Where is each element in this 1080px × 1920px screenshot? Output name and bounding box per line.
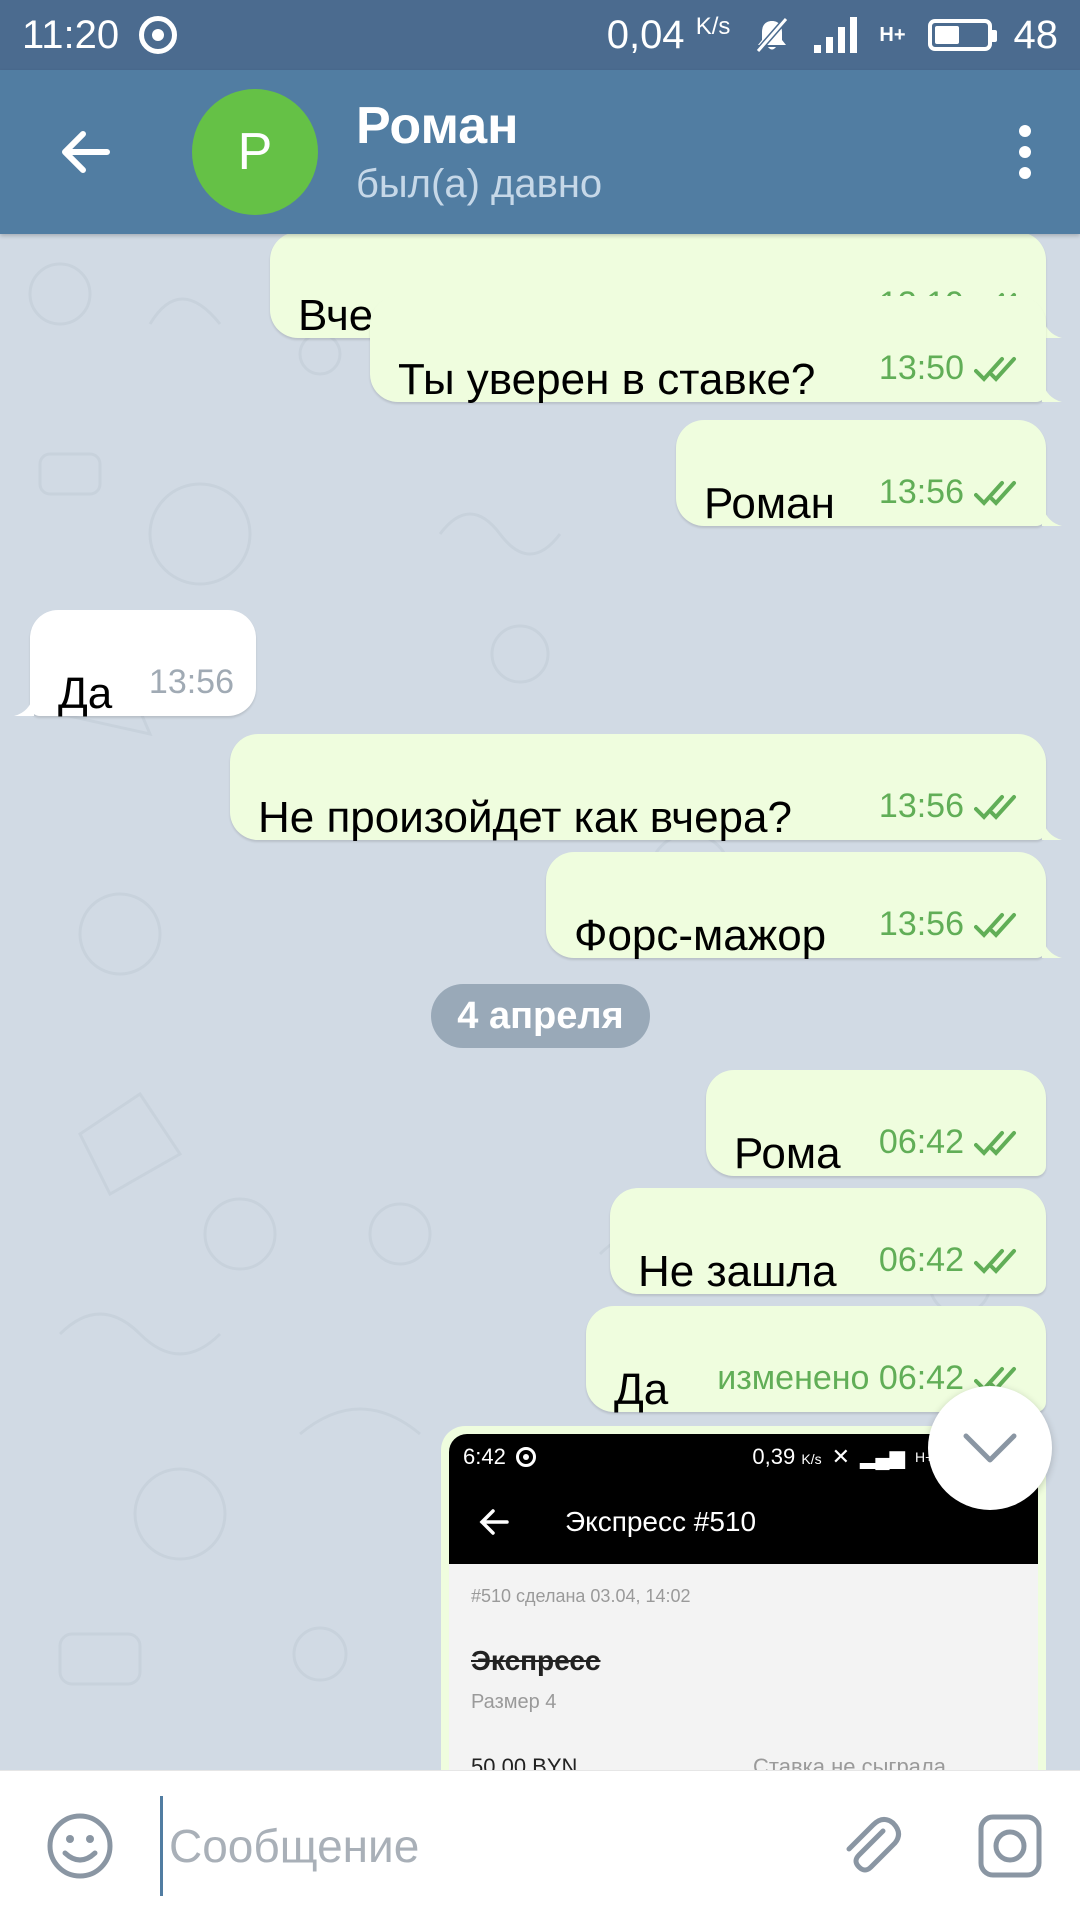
chevron-down-icon [963, 1433, 1017, 1463]
message-time: 13:50 [878, 349, 964, 387]
double-check-icon [974, 1248, 1016, 1274]
chat-header: Р Роман был(а) давно [0, 70, 1080, 234]
message-bubble-incoming[interactable]: Да 13:56 [14, 610, 256, 718]
signal-icon: ▂▄▆ [860, 1446, 905, 1469]
message-bubble-outgoing[interactable]: Не произойдет как вчера? 13:56 [230, 734, 1062, 842]
network-type: H+ [879, 23, 906, 46]
message-text: Не зашла [638, 1247, 837, 1296]
message-time: 06:42 [878, 1241, 964, 1279]
message-time: 13:56 [878, 905, 964, 943]
mute-bell-icon [756, 17, 789, 53]
bubble-tail [1042, 380, 1062, 402]
bubble-tail [1042, 504, 1062, 526]
back-button[interactable] [0, 70, 170, 234]
status-bar: 11:20 0,04 K/s H+ 48 [0, 0, 1080, 70]
double-check-icon [974, 356, 1016, 382]
arrow-left-icon [449, 1509, 539, 1535]
battery-icon [927, 19, 997, 51]
contact-info[interactable]: Роман был(а) давно [356, 97, 602, 208]
bubble-tail [14, 694, 34, 716]
message-text: Да [58, 669, 113, 718]
avatar[interactable]: Р [192, 89, 318, 215]
attach-button[interactable] [800, 1771, 940, 1920]
double-check-icon [974, 1130, 1016, 1156]
smiley-icon [47, 1813, 113, 1878]
scroll-down-button[interactable] [928, 1386, 1052, 1510]
message-time: 13:56 [148, 663, 234, 701]
notification-icon [515, 1447, 536, 1467]
message-text: Не произойдет как вчера? [258, 793, 792, 842]
message-bubble-outgoing[interactable]: Роман 13:56 [676, 420, 1062, 528]
message-time: 06:42 [878, 1359, 964, 1397]
double-check-icon [974, 480, 1016, 506]
message-bubble-outgoing[interactable]: Ты уверен в ставке? 13:50 [370, 296, 1062, 404]
edited-label: изменено [717, 1359, 870, 1397]
date-separator: 4 апреля [431, 984, 650, 1048]
bubble-tail [1042, 818, 1062, 840]
message-text: Да [614, 1365, 669, 1414]
message-text: Ты уверен в ставке? [398, 355, 816, 404]
message-bubble-outgoing[interactable]: Рома 06:42 [706, 1070, 1046, 1176]
double-check-icon [974, 912, 1016, 938]
more-options-button[interactable] [970, 70, 1080, 234]
camera-icon [978, 1814, 1042, 1877]
signal-icon [814, 17, 858, 53]
arrow-left-icon [62, 131, 110, 173]
chat-area[interactable]: Вчера 2 не накидала так 13:19 Ты уверен … [0, 234, 1080, 1770]
notification-icon [139, 16, 178, 54]
message-text: Форс-мажор [574, 911, 827, 960]
message-time: 13:56 [878, 473, 964, 511]
message-time: 13:56 [878, 787, 964, 825]
message-bubble-outgoing[interactable]: Не зашла 06:42 [610, 1188, 1046, 1294]
network-speed: 0,04 K/s [606, 12, 731, 57]
message-input[interactable] [160, 1795, 800, 1896]
camera-button[interactable] [940, 1771, 1080, 1920]
paperclip-icon [846, 1816, 901, 1872]
bubble-tail [1042, 936, 1062, 958]
last-seen: был(а) давно [356, 162, 603, 207]
message-text: Рома [734, 1129, 841, 1178]
battery-level: 48 [1013, 12, 1059, 57]
emoji-button[interactable] [0, 1771, 160, 1920]
more-vertical-icon [1019, 125, 1031, 179]
message-time: 06:42 [878, 1123, 964, 1161]
message-text: Роман [704, 479, 835, 528]
mute-icon: ✕ [831, 1444, 851, 1469]
status-time: 11:20 [22, 12, 120, 57]
contact-name: Роман [356, 96, 519, 155]
double-check-icon [974, 794, 1016, 820]
message-input-bar [0, 1770, 1080, 1920]
message-bubble-outgoing[interactable]: Форс-мажор 13:56 [546, 852, 1062, 960]
